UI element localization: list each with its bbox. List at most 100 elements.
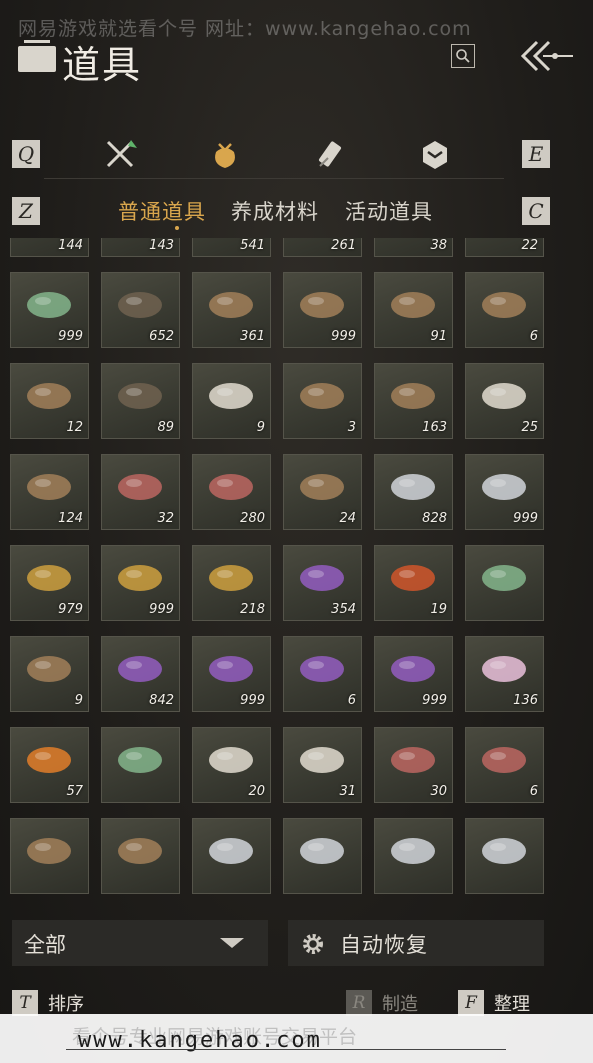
back-button[interactable] (519, 38, 575, 74)
search-button[interactable] (451, 44, 475, 68)
sort-key: T (12, 990, 38, 1016)
inventory-slot[interactable]: 999 (465, 454, 544, 530)
inventory-slot[interactable]: 541 (192, 238, 271, 257)
inventory-slot[interactable] (283, 818, 362, 894)
category-badge-tab[interactable] (418, 138, 452, 172)
inventory-slot[interactable]: 143 (101, 238, 180, 257)
category-next-key[interactable]: E (522, 140, 550, 168)
sub-tabs: Z 普通道具 养成材料 活动道具 C (12, 192, 553, 230)
inventory-slot[interactable] (465, 818, 544, 894)
inventory-slot[interactable]: 22 (465, 238, 544, 257)
inventory-slot[interactable]: 31 (283, 727, 362, 803)
inventory-slot[interactable]: 19 (374, 545, 453, 621)
hide-icon (27, 474, 71, 500)
inventory-slot[interactable]: 261 (283, 238, 362, 257)
purple-flower-icon (209, 656, 253, 682)
filter-dropdown[interactable]: 全部 (12, 920, 268, 966)
category-prev-key[interactable]: Q (12, 140, 40, 168)
pale-log-pile-icon (209, 383, 253, 409)
tab-growth-materials[interactable]: 养成材料 (231, 196, 319, 226)
inventory-slot[interactable] (465, 545, 544, 621)
subtab-prev-key[interactable]: Z (12, 197, 40, 225)
inventory-slot[interactable]: 144 (10, 238, 89, 257)
inventory-slot[interactable] (374, 818, 453, 894)
inventory-slot[interactable]: 6 (465, 272, 544, 348)
inventory-slot[interactable]: 32 (101, 454, 180, 530)
category-scroll-tab[interactable] (314, 138, 348, 172)
tab-event-items[interactable]: 活动道具 (345, 196, 433, 226)
item-quantity: 6 (529, 784, 538, 799)
inventory-slot[interactable]: 361 (192, 272, 271, 348)
inventory-slot[interactable]: 124 (10, 454, 89, 530)
inventory-slot[interactable]: 280 (192, 454, 271, 530)
purple-flower-icon (118, 656, 162, 682)
inventory-slot[interactable] (192, 818, 271, 894)
log-pile-icon (391, 292, 435, 318)
inventory-slot[interactable]: 38 (374, 238, 453, 257)
inventory-slot[interactable]: 828 (374, 454, 453, 530)
raw-meat-icon (209, 474, 253, 500)
inventory-slot[interactable]: 163 (374, 363, 453, 439)
item-quantity: 24 (339, 511, 356, 526)
dark-log-pile-icon (118, 383, 162, 409)
inventory-slot[interactable]: 89 (101, 363, 180, 439)
inventory-logo-icon (18, 40, 56, 72)
inventory-slot[interactable]: 354 (283, 545, 362, 621)
inventory-slot[interactable]: 6 (283, 636, 362, 712)
inventory-slot[interactable]: 999 (10, 272, 89, 348)
sort-action[interactable]: T 排序 (12, 990, 84, 1016)
inventory-slot[interactable]: 979 (10, 545, 89, 621)
inventory-slot[interactable]: 20 (192, 727, 271, 803)
auto-restore-button[interactable]: 自动恢复 (288, 920, 544, 966)
item-quantity: 91 (430, 329, 447, 344)
inventory-slot[interactable] (10, 818, 89, 894)
golden-fish-icon (118, 565, 162, 591)
silver-fish-icon (482, 474, 526, 500)
category-weapons-tab[interactable] (104, 138, 138, 172)
item-quantity: 6 (347, 693, 356, 708)
inventory-grid[interactable]: 144 143 541 261 38 22 999 652 361 999 91 6 12 89 9 3 163… (10, 238, 550, 894)
item-bag-icon (215, 143, 235, 168)
inventory-slot[interactable]: 6 (465, 727, 544, 803)
inventory-slot[interactable]: 9 (10, 636, 89, 712)
feathers-icon (482, 383, 526, 409)
inventory-slot[interactable]: 218 (192, 545, 271, 621)
item-quantity: 31 (339, 784, 356, 799)
inventory-slot[interactable]: 91 (374, 272, 453, 348)
inventory-slot[interactable]: 999 (192, 636, 271, 712)
bamboo-bundle-icon (27, 292, 71, 318)
inventory-slot[interactable]: 9 (192, 363, 271, 439)
organize-action[interactable]: F 整理 (458, 990, 530, 1016)
item-quantity: 842 (149, 693, 174, 708)
carp-icon (300, 474, 344, 500)
inventory-slot[interactable]: 25 (465, 363, 544, 439)
item-quantity: 218 (240, 602, 265, 617)
inventory-slot[interactable]: 999 (283, 272, 362, 348)
tab-common-items[interactable]: 普通道具 (118, 196, 206, 226)
log-pile-icon (300, 292, 344, 318)
item-quantity: 143 (149, 238, 174, 253)
inventory-slot[interactable]: 57 (10, 727, 89, 803)
inventory-slot[interactable]: 999 (101, 545, 180, 621)
item-quantity: 999 (240, 693, 265, 708)
log-pile-icon (27, 383, 71, 409)
organize-key: F (458, 990, 484, 1016)
auto-restore-label: 自动恢复 (340, 933, 428, 957)
inventory-slot[interactable]: 999 (374, 636, 453, 712)
inventory-slot[interactable]: 136 (465, 636, 544, 712)
inventory-slot[interactable] (101, 818, 180, 894)
inventory-slot[interactable]: 30 (374, 727, 453, 803)
craft-action[interactable]: R 制造 (346, 990, 418, 1016)
category-items-tab[interactable] (208, 138, 242, 172)
subtab-next-key[interactable]: C (522, 197, 550, 225)
inventory-slot[interactable]: 3 (283, 363, 362, 439)
inventory-slot[interactable]: 842 (101, 636, 180, 712)
item-quantity: 979 (58, 602, 83, 617)
item-quantity: 828 (422, 511, 447, 526)
inventory-slot[interactable]: 24 (283, 454, 362, 530)
inventory-slot[interactable] (101, 727, 180, 803)
white-feather-icon (209, 747, 253, 773)
inventory-slot[interactable]: 12 (10, 363, 89, 439)
inventory-slot[interactable]: 652 (101, 272, 180, 348)
sponge-icon (27, 838, 71, 864)
